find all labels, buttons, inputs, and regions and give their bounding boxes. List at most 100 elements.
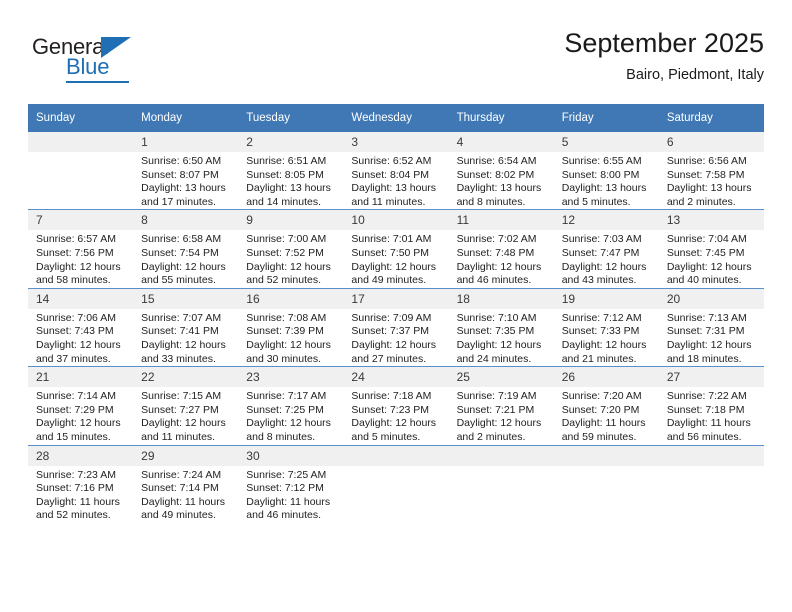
calendar-grid: Sunday Monday Tuesday Wednesday Thursday Frid…	[28, 104, 764, 523]
sunrise-text: Sunrise: 7:00 AM	[246, 233, 327, 246]
sunset-text: Sunset: 8:04 PM	[351, 168, 430, 181]
day-number: 1	[133, 132, 239, 152]
day-details	[658, 465, 764, 469]
sunrise-text: Sunrise: 7:25 AM	[246, 468, 327, 481]
calendar-cell-day[interactable]: 20 Sunrise: 7:13 AM Sunset: 7:31 PM Dayligh…	[658, 287, 764, 367]
daylight-text: Daylight: 12 hours	[561, 260, 647, 273]
calendar-cell-day[interactable]: 1 Sunrise: 6:50 AM Sunset: 8:07 PM Daylight…	[133, 132, 239, 210]
calendar-cell-day[interactable]: 9 Sunrise: 7:00 AM Sunset: 7:52 PM Daylight…	[238, 209, 344, 289]
sunrise-text: Sunrise: 7:09 AM	[351, 311, 432, 324]
calendar-cell-day[interactable]: 11 Sunrise: 7:02 AM Sunset: 7:48 PM Dayligh…	[448, 209, 554, 289]
calendar-cell-day[interactable]: 26 Sunrise: 7:20 AM Sunset: 7:20 PM Dayligh…	[553, 366, 659, 445]
daylight-text: Daylight: 12 hours	[36, 260, 121, 273]
day-number: 22	[133, 367, 239, 388]
daylight-text: and 58 minutes.	[36, 274, 111, 287]
calendar-cell-day[interactable]: 5 Sunrise: 6:55 AM Sunset: 8:00 PM Daylight…	[553, 132, 659, 210]
calendar-page: General Blue September 2025 Bairo, Piedm…	[0, 0, 792, 612]
calendar-cell-day[interactable]: 30 Sunrise: 7:25 AM Sunset: 7:12 PM Dayligh…	[238, 444, 344, 523]
day-number: 20	[658, 288, 764, 309]
calendar-cell-day[interactable]: 8 Sunrise: 6:58 AM Sunset: 7:54 PM Daylight…	[133, 209, 239, 289]
day-details	[28, 152, 134, 155]
daylight-text: and 18 minutes.	[666, 352, 742, 365]
sunset-text: Sunset: 7:25 PM	[246, 403, 324, 416]
daylight-text: and 8 minutes.	[246, 430, 316, 443]
calendar-cell-day[interactable]: 13 Sunrise: 7:04 AM Sunset: 7:45 PM Dayligh…	[658, 209, 764, 289]
calendar-cell-day[interactable]: 24 Sunrise: 7:18 AM Sunset: 7:23 PM Dayligh…	[343, 366, 449, 445]
daylight-text: Daylight: 12 hours	[246, 417, 331, 430]
sunset-text: Sunset: 7:16 PM	[36, 482, 114, 495]
daylight-text: Daylight: 11 hours	[141, 495, 225, 508]
location-subtitle: Bairo, Piedmont, Italy	[626, 67, 764, 83]
sunrise-text: Sunrise: 7:07 AM	[141, 311, 222, 324]
day-number: 8	[133, 210, 239, 231]
sunrise-text: Sunrise: 7:17 AM	[246, 390, 327, 403]
daylight-text: and 5 minutes.	[561, 195, 631, 208]
calendar-cell-day[interactable]: 25 Sunrise: 7:19 AM Sunset: 7:21 PM Dayligh…	[448, 366, 554, 445]
page-header: General Blue September 2025 Bairo, Piedm…	[28, 26, 764, 92]
day-details: Sunrise: 6:50 AM Sunset: 8:07 PM Daylight:…	[133, 152, 238, 209]
calendar-week-row: 21 Sunrise: 7:14 AM Sunset: 7:29 PM Dayligh…	[28, 366, 764, 445]
calendar-cell-day[interactable]: 29 Sunrise: 7:24 AM Sunset: 7:14 PM Dayligh…	[133, 444, 239, 523]
calendar-week-row: 14 Sunrise: 7:06 AM Sunset: 7:43 PM Dayligh…	[28, 287, 764, 367]
calendar-cell-day[interactable]: 7 Sunrise: 6:57 AM Sunset: 7:56 PM Daylight…	[28, 209, 134, 289]
daylight-text: Daylight: 13 hours	[351, 182, 437, 195]
calendar-cell-day[interactable]: 6 Sunrise: 6:56 AM Sunset: 7:58 PM Daylight…	[658, 132, 764, 210]
daylight-text: Daylight: 11 hours	[561, 417, 646, 430]
daylight-text: Daylight: 12 hours	[36, 338, 121, 351]
daylight-text: Daylight: 12 hours	[141, 338, 226, 351]
calendar-cell-day[interactable]: 19 Sunrise: 7:12 AM Sunset: 7:33 PM Dayligh…	[553, 287, 659, 367]
daylight-text: and 15 minutes.	[36, 430, 111, 443]
sunrise-text: Sunrise: 6:52 AM	[351, 155, 432, 167]
sunset-text: Sunset: 7:12 PM	[246, 482, 324, 495]
calendar-cell-day[interactable]: 2 Sunrise: 6:51 AM Sunset: 8:05 PM Daylight…	[238, 132, 344, 210]
daylight-text: Daylight: 12 hours	[666, 260, 752, 273]
calendar-cell-day[interactable]: 10 Sunrise: 7:01 AM Sunset: 7:50 PM Dayligh…	[343, 209, 449, 289]
logo-underline	[66, 81, 129, 83]
weekday-header-sunday: Sunday	[28, 104, 134, 132]
calendar-cell-day[interactable]: 14 Sunrise: 7:06 AM Sunset: 7:43 PM Dayligh…	[28, 287, 134, 367]
day-number: 16	[238, 288, 344, 309]
day-details: Sunrise: 7:19 AM Sunset: 7:21 PM Daylight:…	[449, 387, 554, 444]
day-number: 25	[448, 367, 554, 388]
daylight-text: Daylight: 12 hours	[666, 338, 752, 351]
calendar-cell-day[interactable]: 22 Sunrise: 7:15 AM Sunset: 7:27 PM Dayligh…	[133, 366, 239, 445]
calendar-cell-day[interactable]: 18 Sunrise: 7:10 AM Sunset: 7:35 PM Dayligh…	[448, 287, 554, 367]
day-details: Sunrise: 7:00 AM Sunset: 7:52 PM Daylight:…	[238, 230, 343, 287]
weekday-header-saturday: Saturday	[658, 104, 764, 132]
day-number: 26	[553, 367, 659, 388]
sunset-text: Sunset: 7:47 PM	[561, 246, 640, 259]
sunrise-text: Sunrise: 7:19 AM	[456, 390, 537, 403]
day-number: 28	[28, 445, 134, 466]
calendar-cell-empty	[448, 444, 554, 523]
day-number: 15	[133, 288, 239, 309]
calendar-cell-day[interactable]: 16 Sunrise: 7:08 AM Sunset: 7:39 PM Dayligh…	[238, 287, 344, 367]
sunset-text: Sunset: 7:48 PM	[456, 246, 535, 259]
calendar-cell-day[interactable]: 12 Sunrise: 7:03 AM Sunset: 7:47 PM Dayligh…	[553, 209, 659, 289]
daylight-text: Daylight: 13 hours	[141, 182, 226, 195]
day-details: Sunrise: 7:15 AM Sunset: 7:27 PM Daylight:…	[133, 387, 238, 444]
day-details	[448, 465, 554, 469]
calendar-cell-day[interactable]: 23 Sunrise: 7:17 AM Sunset: 7:25 PM Dayligh…	[238, 366, 344, 445]
calendar-cell-day[interactable]: 4 Sunrise: 6:54 AM Sunset: 8:02 PM Daylight…	[448, 132, 554, 210]
calendar-cell-day[interactable]: 3 Sunrise: 6:52 AM Sunset: 8:04 PM Daylight…	[343, 132, 449, 210]
sunrise-text: Sunrise: 7:08 AM	[246, 311, 327, 324]
calendar-cell-day[interactable]: 15 Sunrise: 7:07 AM Sunset: 7:41 PM Dayligh…	[133, 287, 239, 367]
daylight-text: Daylight: 11 hours	[666, 417, 751, 430]
day-number: 17	[343, 288, 449, 309]
calendar-cell-empty	[553, 444, 659, 523]
day-number: 30	[238, 445, 344, 466]
day-number	[448, 445, 554, 466]
sunrise-text: Sunrise: 7:24 AM	[141, 468, 222, 481]
calendar-cell-day[interactable]: 28 Sunrise: 7:23 AM Sunset: 7:16 PM Dayligh…	[28, 444, 134, 523]
sunrise-text: Sunrise: 7:14 AM	[36, 390, 116, 403]
daylight-text: Daylight: 12 hours	[456, 338, 542, 351]
calendar-cell-day[interactable]: 27 Sunrise: 7:22 AM Sunset: 7:18 PM Dayligh…	[658, 366, 764, 445]
calendar-cell-day[interactable]: 17 Sunrise: 7:09 AM Sunset: 7:37 PM Dayligh…	[343, 287, 449, 367]
daylight-text: Daylight: 13 hours	[561, 182, 647, 195]
calendar-cell-day[interactable]: 21 Sunrise: 7:14 AM Sunset: 7:29 PM Dayligh…	[28, 366, 134, 445]
daylight-text: and 33 minutes.	[141, 352, 216, 365]
day-details: Sunrise: 6:57 AM Sunset: 7:56 PM Daylight:…	[28, 230, 133, 287]
day-number: 18	[448, 288, 554, 309]
sunrise-text: Sunrise: 7:04 AM	[666, 233, 747, 246]
daylight-text: and 49 minutes.	[141, 509, 216, 522]
